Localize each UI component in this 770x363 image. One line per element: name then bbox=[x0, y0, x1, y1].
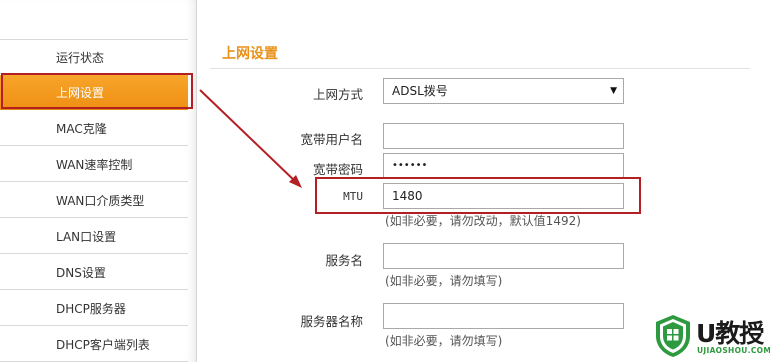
sidebar-item-internet-settings[interactable]: 上网设置 bbox=[0, 75, 188, 110]
sidebar-item-dhcp-server[interactable]: DHCP服务器 bbox=[0, 291, 188, 326]
title-divider bbox=[210, 68, 750, 69]
sidebar-item-label: 运行状态 bbox=[56, 51, 105, 65]
sidebar-item-label: MAC克隆 bbox=[56, 122, 107, 136]
dropdown-arrow-icon: ▼ bbox=[610, 86, 617, 96]
sidebar-item-label: DNS设置 bbox=[56, 266, 106, 280]
username-label: 宽带用户名 bbox=[300, 132, 363, 147]
password-label: 宽带密码 bbox=[312, 162, 363, 177]
server-name-label: 服务器名称 bbox=[300, 314, 363, 329]
mtu-label: MTU bbox=[343, 190, 363, 203]
password-input[interactable]: •••••• bbox=[383, 153, 624, 179]
connection-type-label: 上网方式 bbox=[312, 87, 363, 102]
sidebar-item-mac-clone[interactable]: MAC克隆 bbox=[0, 111, 188, 146]
server-name-hint: (如非必要，请勿填写) bbox=[385, 334, 503, 348]
page-title: 上网设置 bbox=[222, 46, 278, 62]
sidebar-item-dns[interactable]: DNS设置 bbox=[0, 255, 188, 290]
username-input[interactable] bbox=[383, 123, 624, 149]
service-name-label: 服务名 bbox=[325, 253, 363, 268]
shield-logo-icon bbox=[656, 315, 690, 357]
mtu-input[interactable]: 1480 bbox=[383, 183, 624, 209]
sidebar-item-label: DHCP客户端列表 bbox=[56, 338, 150, 352]
sidebar-item-label: LAN口设置 bbox=[56, 230, 117, 244]
sidebar: 运行状态 上网设置 MAC克隆 WAN速率控制 WAN口介质类型 LAN口设置 … bbox=[0, 0, 197, 362]
sidebar-item-label: DHCP服务器 bbox=[56, 302, 126, 316]
server-name-input[interactable] bbox=[383, 303, 624, 329]
sidebar-item-wan-rate[interactable]: WAN速率控制 bbox=[0, 147, 188, 182]
watermark-logo: U教授 UJIAOSHOU.COM bbox=[650, 306, 770, 362]
watermark-brand: U教授 bbox=[696, 319, 764, 348]
sidebar-item-wan-media[interactable]: WAN口介质类型 bbox=[0, 183, 188, 218]
service-name-hint: (如非必要，请勿填写) bbox=[385, 274, 503, 288]
connection-type-value: ADSL拨号 bbox=[392, 84, 448, 98]
sidebar-item-label: 上网设置 bbox=[56, 86, 105, 100]
sidebar-item-lan[interactable]: LAN口设置 bbox=[0, 219, 188, 254]
watermark-domain: UJIAOSHOU.COM bbox=[697, 346, 770, 355]
connection-type-select[interactable]: ADSL拨号 ▼ bbox=[383, 78, 624, 104]
mtu-hint: (如非必要，请勿改动，默认值1492) bbox=[385, 214, 581, 228]
sidebar-item-dhcp-clients[interactable]: DHCP客户端列表 bbox=[0, 327, 188, 362]
sidebar-item-label: WAN口介质类型 bbox=[56, 194, 145, 208]
sidebar-item-status[interactable]: 运行状态 bbox=[0, 39, 188, 74]
sidebar-item-label: WAN速率控制 bbox=[56, 158, 133, 172]
service-name-input[interactable] bbox=[383, 243, 624, 269]
